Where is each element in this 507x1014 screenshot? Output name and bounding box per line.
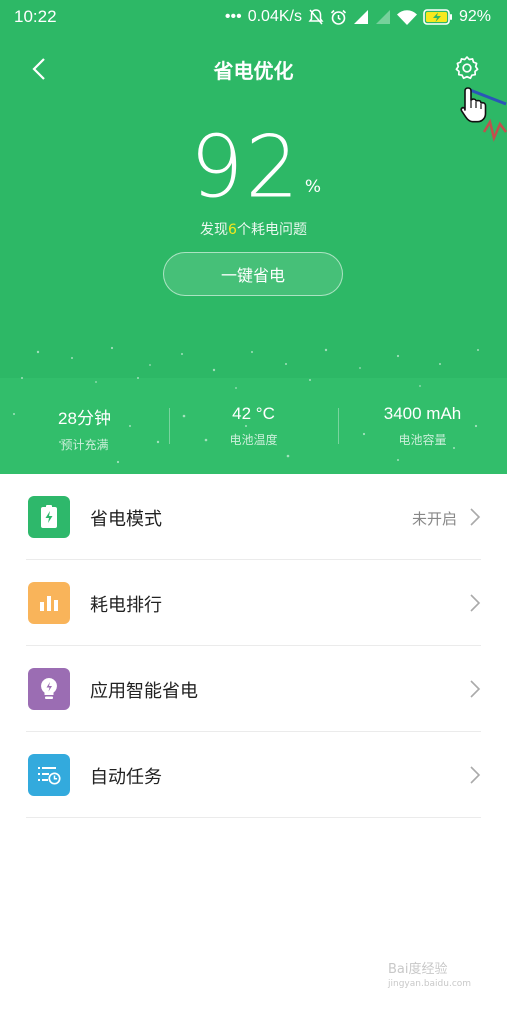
stat-value: 28分钟 — [58, 409, 111, 428]
stat-value: 3400 mAh — [383, 404, 462, 423]
settings-button[interactable] — [453, 54, 481, 82]
chevron-right-icon — [470, 594, 481, 612]
battery-charging-icon — [423, 9, 453, 25]
battery-percent-value: 92 — [189, 117, 301, 217]
notification-dots: ••• — [224, 8, 242, 25]
watermark: Bai度经验 jingyan.baidu.com — [388, 958, 471, 989]
menu-list: 省电模式 未开启 耗电排行 应用智能省电 自动任务 — [0, 474, 507, 818]
battery-bolt-icon — [28, 496, 70, 538]
menu-item-power-saving-mode[interactable]: 省电模式 未开启 — [0, 474, 507, 560]
gear-icon — [455, 56, 479, 80]
cell-signal-icon — [353, 10, 369, 24]
chevron-right-icon — [470, 766, 481, 784]
watermark-sub: jingyan.baidu.com — [388, 979, 472, 989]
stat-label: 电池温度 — [229, 433, 278, 447]
stat-label: 电池容量 — [398, 433, 447, 447]
wifi-icon — [396, 9, 417, 25]
watermark-text: Bai度经验 — [388, 962, 448, 977]
network-speed: 0.04K/s — [247, 8, 302, 25]
stat-label: 预计充满 — [60, 438, 109, 452]
divider — [26, 817, 481, 818]
hand-cursor-icon — [460, 87, 507, 142]
stat-value: 42 °C — [232, 404, 275, 423]
issues-suffix: 个耗电问题 — [236, 222, 307, 238]
menu-item-label: 耗电排行 — [90, 595, 162, 616]
issues-prefix: 发现 — [200, 222, 229, 238]
alarm-clock-icon — [330, 9, 347, 26]
battery-percentage-display: 92% — [0, 117, 507, 217]
menu-item-status: 未开启 — [411, 510, 457, 528]
battery-percent-unit: % — [304, 177, 322, 197]
menu-item-smart-app-saving[interactable]: 应用智能省电 — [0, 646, 507, 732]
task-clock-icon — [28, 754, 70, 796]
chevron-right-icon — [470, 508, 481, 526]
menu-item-power-ranking[interactable]: 耗电排行 — [0, 560, 507, 646]
status-time: 10:22 — [14, 7, 57, 26]
status-battery-percent: 92% — [458, 8, 491, 25]
menu-item-auto-tasks[interactable]: 自动任务 — [0, 732, 507, 818]
one-key-optimize-button[interactable]: 一键省电 — [163, 252, 343, 296]
status-bar: 10:22 ••• 0.04K/s 92% — [0, 0, 507, 34]
menu-item-label: 省电模式 — [90, 509, 162, 530]
cell-signal-weak-icon — [375, 10, 391, 24]
stat-charge-time: 28分钟 预计充满 — [0, 404, 169, 453]
lightbulb-icon — [28, 668, 70, 710]
menu-item-label: 自动任务 — [90, 767, 162, 788]
issues-summary: 发现6个耗电问题 — [0, 219, 507, 239]
issues-count: 6 — [228, 222, 237, 238]
status-icons: ••• 0.04K/s 92% — [225, 6, 491, 28]
stat-battery-capacity: 3400 mAh 电池容量 — [338, 404, 507, 448]
page-title: 省电优化 — [213, 59, 294, 83]
chevron-right-icon — [470, 680, 481, 698]
bar-chart-icon — [28, 582, 70, 624]
stat-battery-temp: 42 °C 电池温度 — [169, 404, 338, 448]
bell-off-icon — [308, 8, 324, 26]
menu-item-label: 应用智能省电 — [90, 681, 198, 702]
